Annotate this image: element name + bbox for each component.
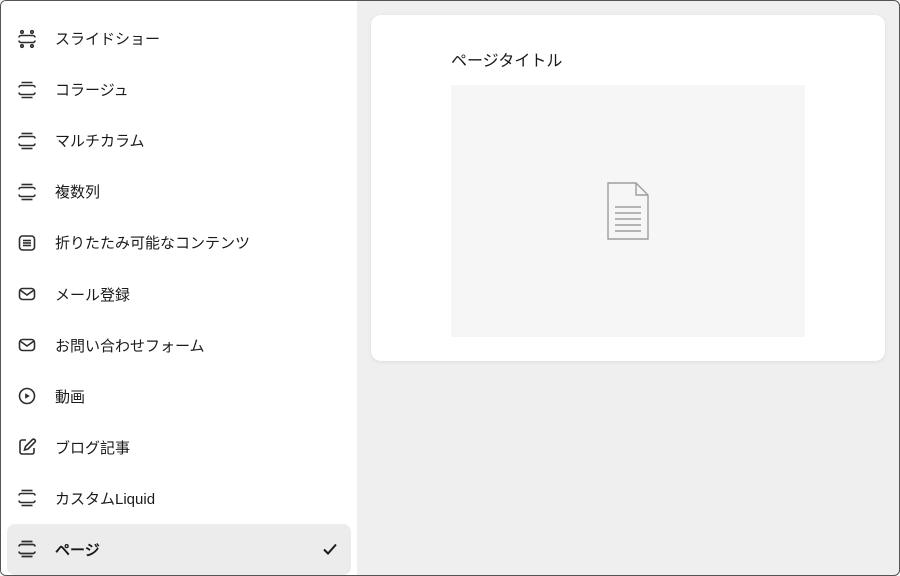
sidebar-item-page[interactable]: ページ <box>7 524 351 575</box>
sidebar-item-custom-liquid[interactable]: カスタムLiquid <box>1 473 357 524</box>
preview-placeholder <box>451 85 805 337</box>
sidebar-item-label: お問い合わせフォーム <box>55 335 341 356</box>
section-icon <box>17 539 37 559</box>
section-icon <box>17 182 37 202</box>
mail-icon <box>17 335 37 355</box>
sidebar-item-blog[interactable]: ブログ記事 <box>1 422 357 473</box>
collapse-icon <box>17 233 37 253</box>
sidebar-item-label: マルチカラム <box>55 130 341 151</box>
sidebar-item-label: メール登録 <box>55 284 341 305</box>
sidebar-item-label: カスタムLiquid <box>55 488 341 509</box>
preview-panel: ページタイトル <box>357 1 899 575</box>
sidebar-item-email-signup[interactable]: メール登録 <box>1 268 357 319</box>
slideshow-icon <box>17 29 37 49</box>
sidebar-item-multicolumn[interactable]: マルチカラム <box>1 115 357 166</box>
check-icon <box>319 538 341 560</box>
sidebar-item-collage[interactable]: コラージュ <box>1 64 357 115</box>
sidebar-item-slideshow[interactable]: スライドショー <box>1 13 357 64</box>
mail-icon <box>17 284 37 304</box>
sidebar-item-label: ブログ記事 <box>55 437 341 458</box>
sidebar-item-multirow[interactable]: 複数列 <box>1 166 357 217</box>
section-icon <box>17 488 37 508</box>
sidebar-item-label: 折りたたみ可能なコンテンツ <box>55 232 341 253</box>
preview-title: ページタイトル <box>451 47 805 71</box>
sidebar-item-label: スライドショー <box>55 28 341 49</box>
app-frame: スライドショー コラージュ マルチカラム <box>0 0 900 576</box>
sidebar-item-label: ページ <box>55 539 301 560</box>
sidebar-item-label: コラージュ <box>55 79 341 100</box>
sidebar-item-label: 複数列 <box>55 181 341 202</box>
edit-icon <box>17 437 37 457</box>
preview-card: ページタイトル <box>371 15 885 361</box>
play-icon <box>17 386 37 406</box>
sidebar-item-video[interactable]: 動画 <box>1 371 357 422</box>
section-icon <box>17 131 37 151</box>
section-list-sidebar: スライドショー コラージュ マルチカラム <box>1 1 357 575</box>
sidebar-item-label: 動画 <box>55 386 341 407</box>
sidebar-item-contact-form[interactable]: お問い合わせフォーム <box>1 320 357 371</box>
section-icon <box>17 80 37 100</box>
sidebar-item-collapsible[interactable]: 折りたたみ可能なコンテンツ <box>1 217 357 268</box>
document-icon <box>604 181 652 241</box>
